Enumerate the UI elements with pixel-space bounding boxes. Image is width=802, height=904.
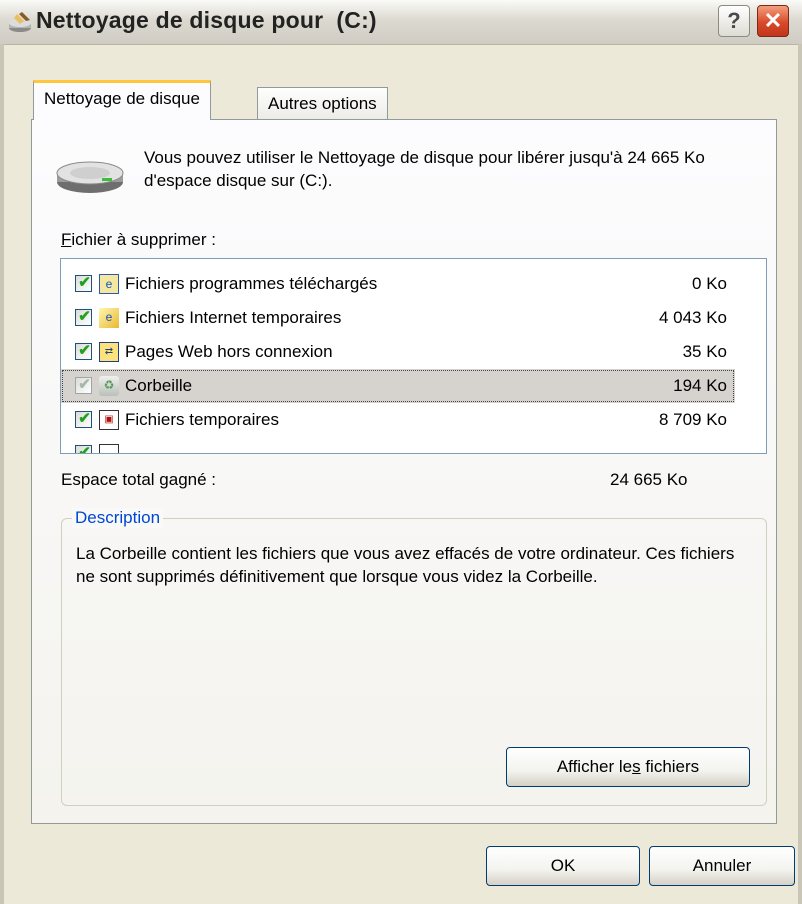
temp-files-icon: ▣ bbox=[99, 410, 119, 430]
show-files-button[interactable]: Afficher les fichiers bbox=[506, 747, 750, 787]
show-files-mnemonic: s bbox=[632, 757, 641, 776]
list-item[interactable]: ✔ e Fichiers programmes téléchargés 0 Ko bbox=[61, 267, 735, 301]
checkbox[interactable]: ✔ bbox=[75, 376, 92, 394]
item-size: 194 Ko bbox=[673, 376, 727, 395]
hard-drive-icon bbox=[56, 161, 124, 193]
disk-cleanup-icon bbox=[9, 12, 31, 32]
offline-web-pages-icon: ⇄ bbox=[99, 342, 119, 362]
close-button[interactable]: ✕ bbox=[757, 5, 789, 37]
window-title: Nettoyage de disque pour (C:) bbox=[36, 7, 377, 33]
item-size: 4 043 Ko bbox=[658, 308, 727, 327]
item-label: Fichiers Internet temporaires bbox=[125, 308, 342, 327]
item-label: Fichiers temporaires bbox=[125, 410, 279, 429]
show-files-label-end: fichiers bbox=[640, 757, 700, 776]
list-item[interactable]: ✔ ▣ Fichiers temporaires 8 709 Ko bbox=[61, 403, 735, 437]
list-item[interactable]: ✔ e Fichiers Internet temporaires 4 043 … bbox=[61, 301, 735, 335]
checkbox[interactable]: ✔ bbox=[75, 308, 92, 326]
item-size: 35 Ko bbox=[682, 342, 727, 361]
files-list[interactable]: ✔ e Fichiers programmes téléchargés 0 Ko… bbox=[60, 258, 767, 454]
item-label: Pages Web hors connexion bbox=[125, 342, 333, 361]
downloaded-programs-icon: e bbox=[99, 274, 119, 294]
checkbox[interactable]: ✔ bbox=[75, 444, 92, 453]
help-button[interactable]: ? bbox=[718, 5, 750, 37]
list-item[interactable]: ✔ ♻ Corbeille 194 Ko bbox=[61, 369, 735, 403]
tab-disk-cleanup[interactable]: Nettoyage de disque bbox=[33, 80, 211, 120]
checkbox[interactable]: ✔ bbox=[75, 410, 92, 428]
item-label: Corbeille bbox=[125, 376, 193, 395]
ok-button[interactable]: OK bbox=[486, 846, 640, 886]
file-icon bbox=[99, 444, 119, 453]
total-space-value: 24 665 Ko bbox=[610, 470, 688, 489]
checkbox[interactable]: ✔ bbox=[75, 274, 92, 292]
description-title: Description bbox=[72, 508, 164, 528]
window-border-left bbox=[0, 44, 4, 904]
info-text: Vous pouvez utiliser le Nettoyage de dis… bbox=[144, 148, 705, 190]
recycle-bin-icon: ♻ bbox=[99, 376, 119, 396]
list-item[interactable]: ✔ ⇄ Pages Web hors connexion 35 Ko bbox=[61, 335, 735, 369]
description-text: La Corbeille contient les fichiers que v… bbox=[76, 544, 735, 586]
checkbox[interactable]: ✔ bbox=[75, 342, 92, 360]
total-space-label: Espace total gagné : bbox=[61, 470, 217, 489]
window-border-right bbox=[798, 44, 802, 904]
item-size: 0 Ko bbox=[692, 274, 727, 293]
item-size: 8 709 Ko bbox=[658, 410, 727, 429]
item-label: Fichiers programmes téléchargés bbox=[125, 274, 378, 293]
show-files-label: Afficher le bbox=[556, 757, 633, 776]
cancel-button[interactable]: Annuler bbox=[649, 846, 795, 886]
internet-temp-files-icon: e bbox=[99, 308, 119, 328]
files-label-mnemonic: F bbox=[61, 230, 72, 249]
files-label-text: ichier à supprimer : bbox=[71, 230, 216, 249]
list-item[interactable]: ✔ bbox=[61, 437, 735, 453]
tab-more-options[interactable]: Autres options bbox=[257, 87, 388, 121]
files-to-delete-label: Fichier à supprimer : bbox=[61, 230, 216, 250]
